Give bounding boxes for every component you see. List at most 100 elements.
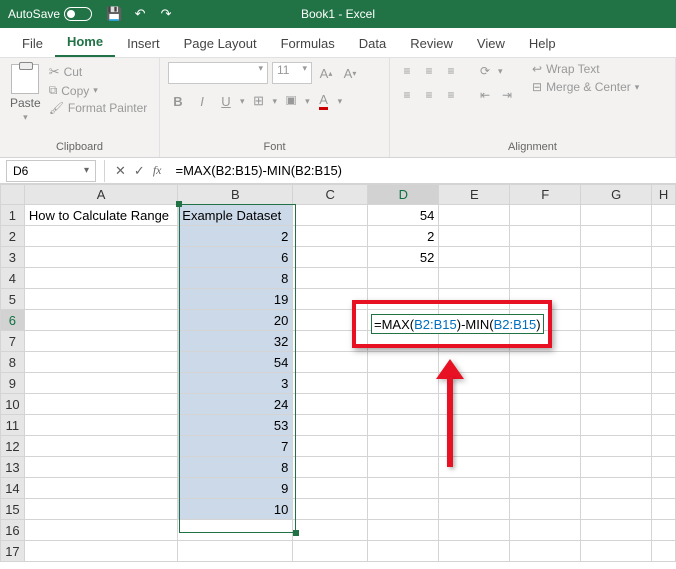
cell[interactable] [581,394,652,415]
cell[interactable] [24,415,177,436]
worksheet-grid[interactable]: A B C D E F G H 1How to Calculate RangeE… [0,184,676,562]
cell[interactable] [652,478,676,499]
cell[interactable] [368,499,439,520]
cell[interactable]: 20 [178,310,293,331]
cell[interactable] [368,520,439,541]
cell[interactable]: 3 [178,373,293,394]
align-left-button[interactable]: ≡ [398,86,416,104]
cell[interactable] [368,394,439,415]
row-header[interactable]: 7 [1,331,25,352]
selection-handle[interactable] [293,530,299,536]
merge-center-button[interactable]: ⊟Merge & Center▾ [532,80,639,94]
col-header[interactable]: A [24,185,177,205]
cell[interactable] [178,520,293,541]
cell[interactable]: 2 [178,226,293,247]
row-header[interactable]: 16 [1,520,25,541]
select-all-corner[interactable] [1,185,25,205]
cell[interactable] [293,478,368,499]
row-header[interactable]: 17 [1,541,25,562]
row-header[interactable]: 4 [1,268,25,289]
cell[interactable]: 8 [178,268,293,289]
cell[interactable] [510,541,581,562]
cell[interactable]: Example Dataset [178,205,293,226]
fx-icon[interactable]: fx [153,163,162,179]
cut-button[interactable]: ✂Cut [49,64,148,80]
undo-icon[interactable]: ↶ [132,6,148,22]
tab-review[interactable]: Review [398,30,465,57]
tab-help[interactable]: Help [517,30,568,57]
cell[interactable] [581,289,652,310]
format-painter-button[interactable]: 🖌Format Painter [49,101,148,115]
cell[interactable] [368,478,439,499]
cell[interactable] [652,226,676,247]
cell[interactable]: How to Calculate Range [24,205,177,226]
redo-icon[interactable]: ↷ [158,6,174,22]
cell[interactable] [24,373,177,394]
name-box[interactable]: D6 ▾ [6,160,96,182]
cell[interactable] [439,541,510,562]
cell[interactable] [293,205,368,226]
cell[interactable] [510,247,581,268]
cell[interactable] [293,373,368,394]
cell[interactable] [510,520,581,541]
cell[interactable] [293,520,368,541]
cell[interactable] [293,247,368,268]
cell[interactable] [510,205,581,226]
cell[interactable]: 54 [368,205,439,226]
row-header[interactable]: 13 [1,457,25,478]
cell[interactable] [24,268,177,289]
copy-button[interactable]: ⧉Copy▾ [49,83,148,98]
cell[interactable] [652,373,676,394]
cell[interactable] [293,457,368,478]
cell[interactable] [293,415,368,436]
cell[interactable] [581,478,652,499]
cell[interactable] [581,499,652,520]
cell[interactable] [510,373,581,394]
align-top-button[interactable]: ≡ [398,62,416,80]
cell[interactable]: 24 [178,394,293,415]
cell[interactable]: 32 [178,331,293,352]
cell[interactable] [439,247,510,268]
row-header[interactable]: 2 [1,226,25,247]
cell[interactable] [24,499,177,520]
cancel-button[interactable]: ✕ [115,163,126,179]
cell[interactable] [24,478,177,499]
cell[interactable] [510,352,581,373]
cell[interactable] [581,268,652,289]
cell[interactable] [510,394,581,415]
shrink-font-button[interactable]: A▾ [340,62,360,84]
cell[interactable] [652,436,676,457]
cell[interactable] [581,520,652,541]
cell[interactable] [581,415,652,436]
cell[interactable] [24,226,177,247]
wrap-text-button[interactable]: ↩Wrap Text [532,62,639,76]
cell[interactable] [24,520,177,541]
cell[interactable] [652,352,676,373]
cell[interactable]: 2 [368,226,439,247]
cell[interactable] [510,268,581,289]
cell[interactable] [581,331,652,352]
cell[interactable]: 8 [178,457,293,478]
cell[interactable] [24,394,177,415]
font-color-button[interactable]: A [314,90,334,112]
cell[interactable] [24,310,177,331]
cell[interactable] [178,541,293,562]
tab-insert[interactable]: Insert [115,30,172,57]
cell[interactable] [581,226,652,247]
cell[interactable] [581,541,652,562]
row-header[interactable]: 5 [1,289,25,310]
row-header[interactable]: 14 [1,478,25,499]
autosave-toggle[interactable]: AutoSave [8,7,92,21]
col-header[interactable]: F [510,185,581,205]
col-header[interactable]: H [652,185,676,205]
row-header[interactable]: 6 [1,310,25,331]
cell[interactable] [510,478,581,499]
cell[interactable] [652,268,676,289]
cell[interactable] [652,205,676,226]
cell[interactable] [581,205,652,226]
enter-button[interactable]: ✓ [134,163,145,179]
cell[interactable] [510,499,581,520]
row-header[interactable]: 12 [1,436,25,457]
row-header[interactable]: 1 [1,205,25,226]
row-header[interactable]: 11 [1,415,25,436]
